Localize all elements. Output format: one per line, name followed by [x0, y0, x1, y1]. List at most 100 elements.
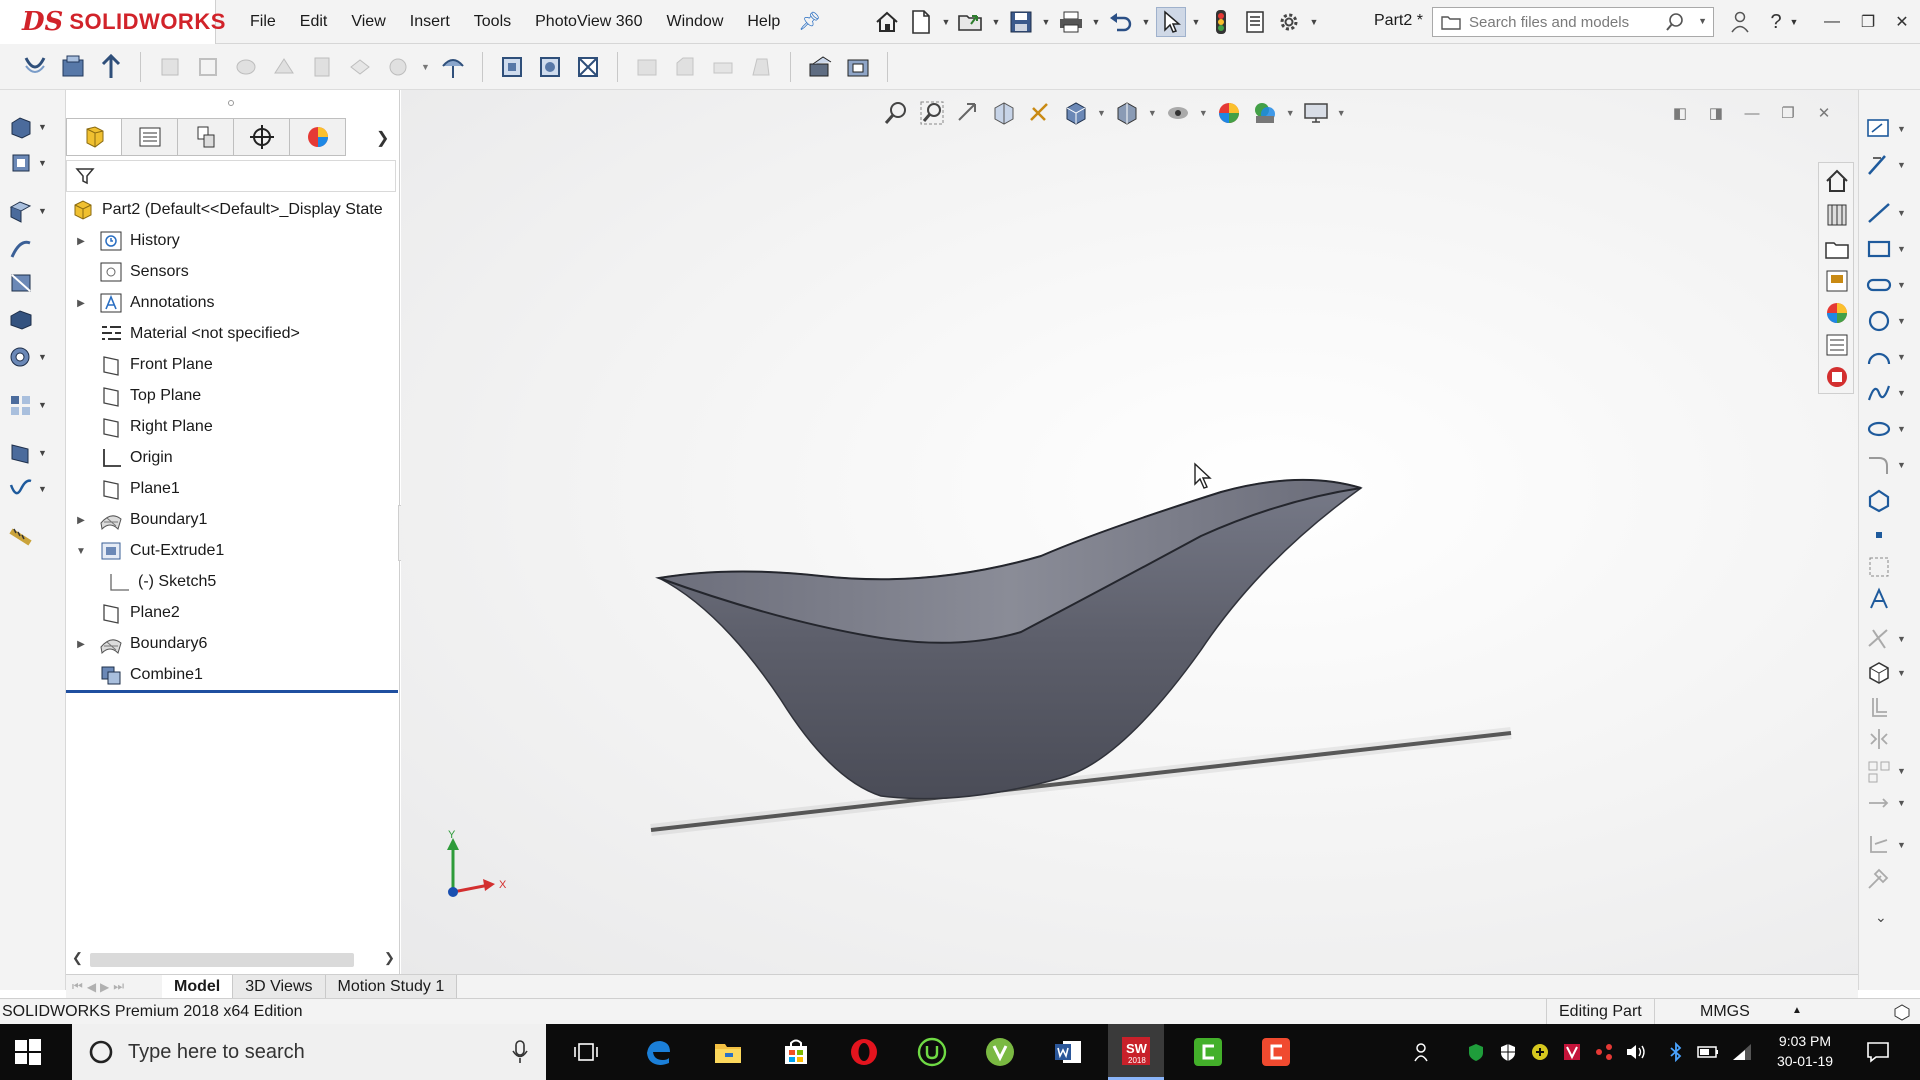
boundary-boss-icon[interactable]: [20, 52, 50, 82]
menu-file[interactable]: File: [238, 0, 288, 44]
view-palette-icon[interactable]: [1823, 267, 1851, 300]
loft-tool[interactable]: [8, 234, 56, 264]
swept-boss-tool[interactable]: ▼: [8, 196, 56, 226]
new-document-icon[interactable]: [906, 7, 936, 37]
next-tab-icon[interactable]: ▶: [100, 980, 109, 994]
battery-icon[interactable]: [1696, 1040, 1720, 1064]
slot-tool[interactable]: ▼: [1865, 270, 1915, 300]
planar-surface-icon[interactable]: [497, 52, 527, 82]
search-icon[interactable]: [1665, 12, 1685, 36]
menu-help[interactable]: Help: [735, 0, 792, 44]
unit-system-dropdown-icon[interactable]: ▲: [1792, 1005, 1802, 1016]
help-dropdown-icon[interactable]: ▼: [1784, 0, 1804, 44]
menu-insert[interactable]: Insert: [398, 0, 462, 44]
rebuild-icon[interactable]: [1206, 7, 1236, 37]
tree-item-boundary6[interactable]: ▶ Boundary6: [74, 629, 207, 659]
configuration-manager-tab[interactable]: [178, 118, 234, 156]
greenshot-icon[interactable]: [972, 1024, 1028, 1080]
undo-dropdown-icon[interactable]: ▼: [1140, 17, 1152, 27]
boundary-tool[interactable]: [8, 268, 56, 298]
expand-toolbar-icon[interactable]: ⌄: [1865, 902, 1915, 932]
move-entities-tool[interactable]: ▼: [1865, 788, 1915, 818]
custom-properties-icon[interactable]: [1823, 331, 1851, 364]
camtasia-editor-icon[interactable]: [1248, 1024, 1304, 1080]
menu-tools[interactable]: Tools: [462, 0, 523, 44]
shell-icon[interactable]: [708, 52, 738, 82]
linear-pattern-tool[interactable]: ▼: [8, 390, 56, 420]
solidworks-forum-icon[interactable]: [1823, 363, 1851, 396]
menu-window[interactable]: Window: [654, 0, 735, 44]
user-account-icon[interactable]: [1722, 0, 1758, 44]
convert-entities-tool[interactable]: ▼: [1865, 658, 1915, 688]
property-manager-tab[interactable]: [122, 118, 178, 156]
expand-arrow-icon[interactable]: ▶: [74, 236, 88, 247]
thicken-cut-icon[interactable]: [843, 52, 873, 82]
expand-arrow-icon[interactable]: ▶: [74, 639, 88, 650]
home-icon[interactable]: [872, 7, 902, 37]
tree-root-part[interactable]: Part2 (Default<<Default>_Display State: [70, 195, 383, 225]
windows-start-icon[interactable]: [14, 1038, 42, 1066]
taskbar-clock[interactable]: 9:03 PM 30-01-19: [1762, 1031, 1848, 1071]
mirror-entities-tool[interactable]: [1865, 724, 1915, 754]
save-dropdown-icon[interactable]: ▼: [1040, 17, 1052, 27]
graphics-viewport[interactable]: ▼ ▼ ▼ ▼ ▼ ◧ ◨ — ❐ ✕ Y X: [401, 90, 1858, 976]
display-relations-tool[interactable]: ▼: [1865, 830, 1915, 860]
scroll-left-icon[interactable]: ❮: [72, 950, 83, 966]
solidworks-resources-icon[interactable]: [1823, 167, 1851, 200]
bluetooth-icon[interactable]: [1664, 1040, 1688, 1064]
print-dropdown-icon[interactable]: ▼: [1090, 17, 1102, 27]
hole-wizard-tool[interactable]: ▼: [8, 342, 56, 372]
spline-tool[interactable]: ▼: [1865, 378, 1915, 408]
offset-surface-icon[interactable]: [438, 52, 468, 82]
lofted-surface-icon[interactable]: [269, 52, 299, 82]
text-tool[interactable]: [1865, 584, 1915, 614]
polygon-tool[interactable]: [1865, 486, 1915, 516]
tree-item-history[interactable]: ▶ History: [74, 226, 180, 256]
surface-dropdown-icon[interactable]: ▼: [421, 62, 430, 72]
tree-filter[interactable]: [66, 160, 396, 192]
opera-browser-icon[interactable]: [836, 1024, 892, 1080]
fillet-sketch-tool[interactable]: ▼: [1865, 450, 1915, 480]
tree-item-plane1[interactable]: Plane1: [74, 474, 180, 504]
last-tab-icon[interactable]: ⏭︎: [113, 979, 124, 994]
panel-grip[interactable]: [228, 100, 234, 106]
file-properties-icon[interactable]: [1240, 7, 1270, 37]
vlc-tray-icon[interactable]: [1560, 1040, 1584, 1064]
draft-icon[interactable]: [746, 52, 776, 82]
restore-icon[interactable]: ❐: [1850, 0, 1886, 44]
tab-3d-views[interactable]: 3D Views: [233, 974, 326, 999]
file-explorer-taskbar-icon[interactable]: [700, 1024, 756, 1080]
tree-item-right-plane[interactable]: Right Plane: [74, 412, 213, 442]
scroll-right-icon[interactable]: ❯: [384, 950, 395, 966]
tree-item-top-plane[interactable]: Top Plane: [74, 381, 201, 411]
first-tab-icon[interactable]: ⏮︎: [72, 979, 83, 994]
tree-item-front-plane[interactable]: Front Plane: [74, 350, 213, 380]
search-dropdown-icon[interactable]: ▼: [1698, 16, 1707, 26]
swept-surface-icon[interactable]: [231, 52, 261, 82]
options-dropdown-icon[interactable]: ▼: [1308, 17, 1320, 27]
boundary-surface-icon[interactable]: [307, 52, 337, 82]
filled-surface-icon[interactable]: [345, 52, 375, 82]
tree-item-sketch5[interactable]: (-) Sketch5: [106, 567, 216, 597]
tree-item-cut-extrude1[interactable]: ▼ Cut-Extrude1: [74, 536, 224, 566]
tab-motion-study[interactable]: Motion Study 1: [325, 974, 458, 999]
defender-icon[interactable]: [1496, 1040, 1520, 1064]
thicken-icon[interactable]: [96, 52, 126, 82]
tree-item-origin[interactable]: Origin: [74, 443, 173, 473]
freeform-icon[interactable]: [383, 52, 413, 82]
offset-entities-tool[interactable]: [1865, 692, 1915, 722]
tree-item-annotations[interactable]: ▶ Annotations: [74, 288, 215, 318]
upwork-icon[interactable]: [904, 1024, 960, 1080]
camtasia-recorder-icon[interactable]: [1180, 1024, 1236, 1080]
expand-arrow-icon[interactable]: ▶: [74, 515, 88, 526]
security-shield-icon[interactable]: [1464, 1040, 1488, 1064]
reference-geometry-tool[interactable]: ▼: [8, 438, 56, 468]
measure-tool[interactable]: [8, 522, 56, 552]
fillet-icon[interactable]: [632, 52, 662, 82]
dimxpert-manager-tab[interactable]: [234, 118, 290, 156]
revolved-boss-tool[interactable]: ▼: [8, 148, 56, 178]
minimize-icon[interactable]: —: [1814, 0, 1850, 44]
tree-item-plane2[interactable]: Plane2: [74, 598, 180, 628]
action-center-icon[interactable]: [1866, 1040, 1890, 1064]
knit-surface-icon[interactable]: [535, 52, 565, 82]
